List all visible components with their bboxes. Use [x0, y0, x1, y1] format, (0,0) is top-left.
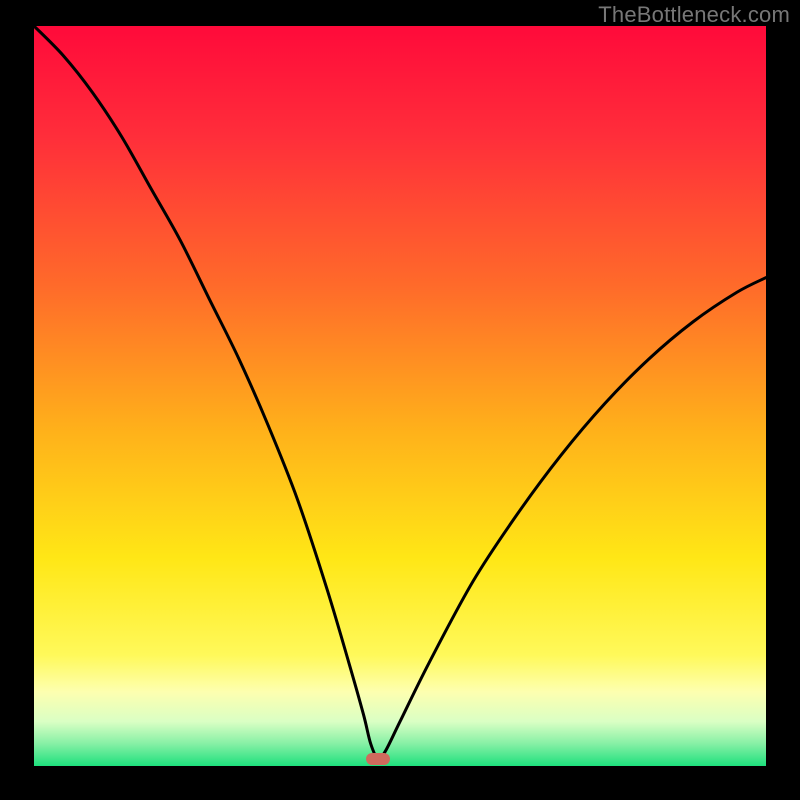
- watermark-text: TheBottleneck.com: [598, 2, 790, 28]
- plot-area: [34, 26, 766, 766]
- chart-frame: TheBottleneck.com: [0, 0, 800, 800]
- bottleneck-curve: [34, 26, 766, 766]
- optimal-point-marker: [366, 753, 390, 765]
